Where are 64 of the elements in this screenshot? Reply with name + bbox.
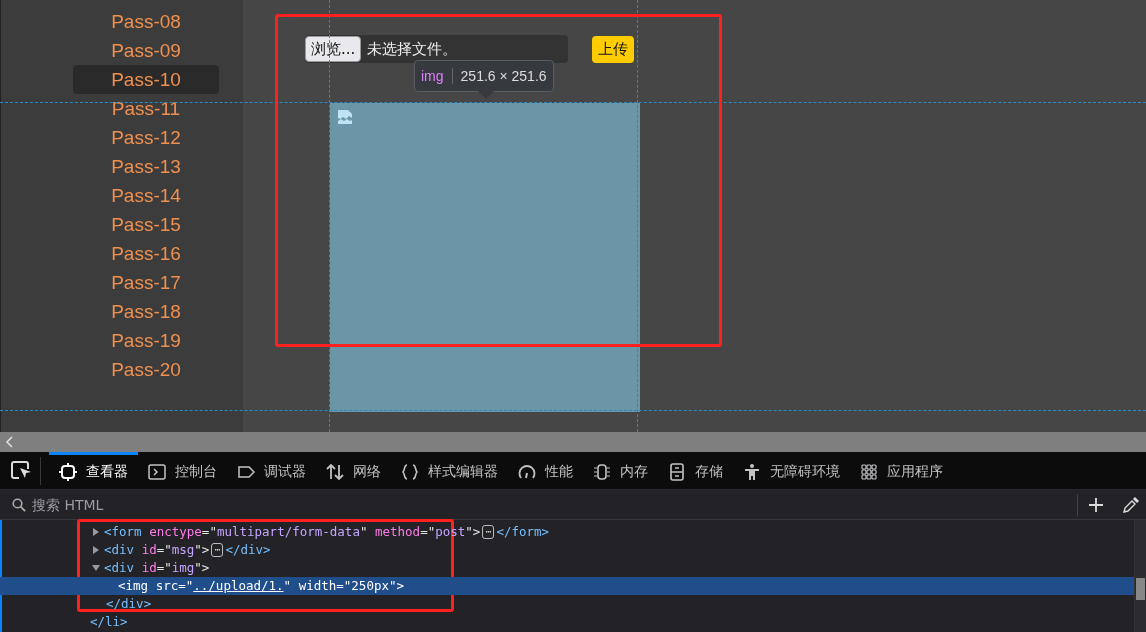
add-icon[interactable] bbox=[1088, 496, 1104, 513]
chip-icon bbox=[593, 463, 611, 481]
sidebar-link[interactable]: Pass-16 bbox=[73, 239, 219, 268]
sidebar-link[interactable]: Pass-18 bbox=[73, 297, 219, 326]
element-picker-icon[interactable] bbox=[10, 459, 32, 482]
tab-label: 查看器 bbox=[86, 463, 128, 481]
tooltip-tag: img bbox=[421, 68, 453, 84]
browse-button[interactable]: 浏览... bbox=[305, 36, 362, 62]
devtools-tab[interactable]: 控制台 bbox=[138, 451, 227, 490]
markup-line[interactable]: <div id="img"> bbox=[92, 559, 210, 577]
tab-label: 存储 bbox=[695, 463, 723, 481]
tab-label: 调试器 bbox=[264, 463, 306, 481]
tooltip-size: 251.6 × 251.6 bbox=[459, 68, 547, 84]
tag-icon bbox=[237, 463, 255, 481]
expand-triangle-icon[interactable] bbox=[92, 546, 100, 554]
scroll-left-icon[interactable] bbox=[5, 436, 15, 448]
tab-label: 应用程序 bbox=[887, 463, 943, 481]
devtools-tab[interactable]: 内存 bbox=[583, 451, 658, 490]
devtools-tab[interactable]: 调试器 bbox=[227, 451, 316, 490]
devtools-tab[interactable]: 应用程序 bbox=[850, 451, 953, 490]
expand-triangle-icon[interactable] bbox=[92, 528, 100, 536]
sidebar-link[interactable]: Pass-17 bbox=[73, 268, 219, 297]
search-icon bbox=[12, 497, 26, 512]
tab-label: 网络 bbox=[353, 463, 381, 481]
file-status-text: 未选择文件。 bbox=[367, 39, 458, 59]
file-input-field[interactable]: 浏览... 未选择文件。 bbox=[305, 35, 568, 63]
tab-label: 性能 bbox=[545, 463, 573, 481]
markup-line[interactable]: </div> bbox=[106, 595, 152, 613]
tab-label: 控制台 bbox=[175, 463, 217, 481]
sidebar-link[interactable]: Pass-09 bbox=[73, 36, 219, 65]
devtools-tab[interactable]: 性能 bbox=[508, 451, 583, 490]
tab-label: 内存 bbox=[620, 463, 648, 481]
inspector-icon bbox=[59, 463, 77, 481]
vertical-scrollbar[interactable] bbox=[1134, 520, 1146, 632]
cabinet-icon bbox=[668, 463, 686, 481]
sidebar-link[interactable]: Pass-12 bbox=[73, 123, 219, 152]
sidebar-link[interactable]: Pass-13 bbox=[73, 152, 219, 181]
markup-line[interactable]: </li> bbox=[90, 613, 128, 631]
search-field[interactable]: 搜索 HTML bbox=[30, 495, 334, 514]
sidebar-link[interactable]: Pass-10 bbox=[73, 65, 219, 94]
devtools-tab[interactable]: 样式编辑器 bbox=[391, 451, 508, 490]
collapse-triangle-icon[interactable] bbox=[92, 564, 100, 572]
sidebar-link[interactable]: Pass-19 bbox=[73, 326, 219, 355]
sidebar-link[interactable]: Pass-08 bbox=[73, 7, 219, 36]
sidebar-link[interactable]: Pass-15 bbox=[73, 210, 219, 239]
broken-image-icon bbox=[337, 109, 353, 125]
devtools-tab[interactable]: 无障碍环境 bbox=[733, 451, 850, 490]
markup-line[interactable]: <div id="msg"> ⋯ </div> bbox=[92, 541, 271, 559]
sidebar-link[interactable]: Pass-14 bbox=[73, 181, 219, 210]
up-down-arrows-icon bbox=[326, 463, 344, 481]
eyedropper-icon[interactable] bbox=[1122, 495, 1140, 514]
devtools-tab[interactable]: 存储 bbox=[658, 451, 733, 490]
tab-label: 无障碍环境 bbox=[770, 463, 840, 481]
gauge-icon bbox=[518, 463, 536, 481]
devtools-tab[interactable]: 网络 bbox=[316, 451, 391, 490]
sidebar-link[interactable]: Pass-11 bbox=[73, 94, 219, 123]
sidebar-link[interactable]: Pass-20 bbox=[73, 355, 219, 384]
tab-label: 样式编辑器 bbox=[428, 463, 498, 481]
grid-icon bbox=[860, 463, 878, 481]
upload-button[interactable]: 上传 bbox=[592, 35, 634, 63]
braces-icon bbox=[401, 463, 419, 481]
console-icon bbox=[148, 463, 166, 481]
person-icon bbox=[743, 463, 761, 481]
horizontal-scrollbar[interactable] bbox=[0, 432, 1146, 452]
